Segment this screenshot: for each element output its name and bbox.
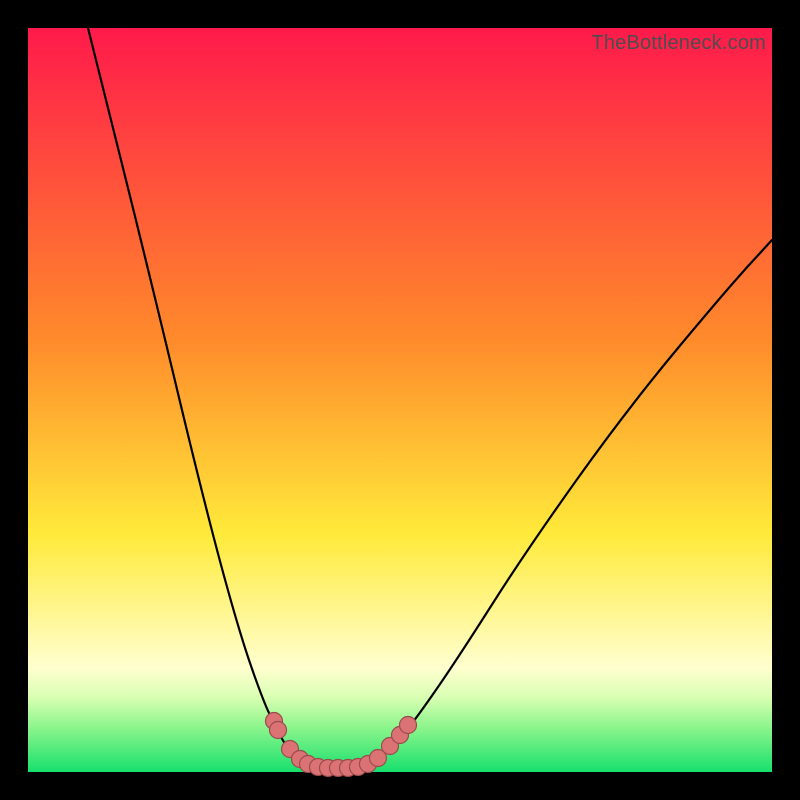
markers-group [266, 713, 417, 777]
curve-svg [28, 28, 772, 772]
watermark-text: TheBottleneck.com [591, 32, 766, 55]
marker-point [270, 722, 287, 739]
marker-point [400, 717, 417, 734]
series-left-curve [88, 28, 312, 767]
plot-area: TheBottleneck.com [28, 28, 772, 772]
series-right-curve [360, 240, 772, 767]
frame: TheBottleneck.com [0, 0, 800, 800]
curve-paths [88, 28, 772, 768]
